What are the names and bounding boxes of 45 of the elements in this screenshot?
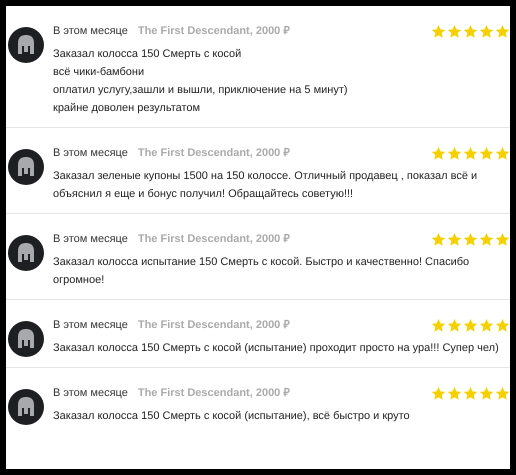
star-icon [479, 318, 494, 332]
star-icon [479, 386, 494, 400]
star-icon [463, 386, 478, 400]
star-icon [495, 232, 510, 246]
review-date: В этом месяце [53, 318, 128, 333]
review-text: Заказал колосса 150 Смерть с косой (испытание) проходит просто на ура!!! Супер чел) [53, 341, 500, 356]
product-name: The First Descendant, 2000 ₽ [138, 386, 290, 401]
star-icon [431, 232, 446, 246]
product-name: The First Descendant, 2000 ₽ [138, 24, 290, 39]
star-icon [447, 318, 462, 332]
star-icon [431, 318, 446, 332]
review-date: В этом месяце [53, 386, 128, 401]
star-icon [447, 232, 462, 246]
avatar-helmet-icon [8, 27, 44, 63]
star-icon [447, 146, 462, 160]
review-text: Заказал зеленые купоны 1500 на 150 колоссе. Отличный продавец , показал всё и объяснил я еще и бонус получил! Обращайтесь советую!!! [53, 169, 478, 202]
product-name: The First Descendant, 2000 ₽ [138, 318, 290, 333]
review-text: Заказал колосса 150 Смерть с косой всё чики-бамбони оплатил услугу,зашли и вышли, приключение на 5 минут) крайне доволен результатом [53, 47, 349, 116]
star-icon [463, 232, 478, 246]
avatar-helmet-icon [8, 235, 44, 271]
review-text: Заказал колосса испытание 150 Смерть с косой. Быстро и качественно! Спасибо огромное! [53, 255, 470, 288]
star-icon [479, 24, 494, 38]
star-icon [431, 386, 446, 400]
star-icon [463, 318, 478, 332]
star-icon [447, 386, 462, 400]
review-text: Заказал колосса 150 Смерть с косой (испытание), всё быстро и круто [53, 409, 411, 424]
avatar-helmet-icon [8, 149, 44, 185]
product-name: The First Descendant, 2000 ₽ [138, 232, 290, 247]
star-icon [495, 318, 510, 332]
star-icon [447, 24, 462, 38]
review-date: В этом месяце [53, 24, 128, 39]
star-icon [495, 24, 510, 38]
star-icon [463, 146, 478, 160]
avatar-helmet-icon [8, 321, 44, 357]
star-icon [479, 232, 494, 246]
star-icon [431, 146, 446, 160]
star-icon [463, 24, 478, 38]
star-icon [495, 146, 510, 160]
avatar-helmet-icon [8, 389, 44, 425]
star-icon [431, 24, 446, 38]
star-icon [479, 146, 494, 160]
review-date: В этом месяце [53, 232, 128, 247]
review-date: В этом месяце [53, 146, 128, 161]
star-icon [495, 386, 510, 400]
product-name: The First Descendant, 2000 ₽ [138, 146, 290, 161]
